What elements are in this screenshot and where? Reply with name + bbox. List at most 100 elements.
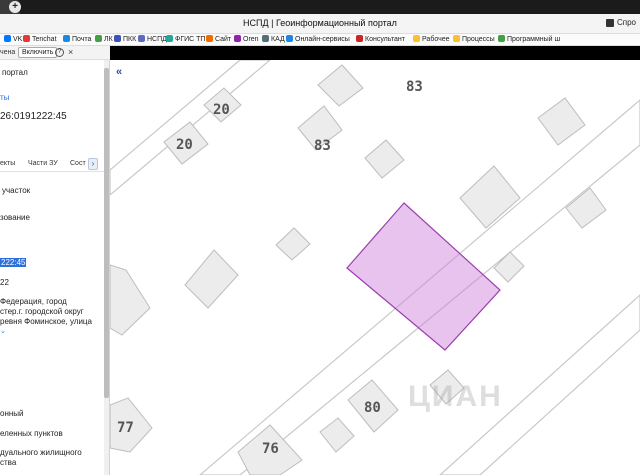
enable-button[interactable]: Включить (18, 47, 58, 58)
house-number-label: 20 (176, 137, 193, 153)
window-title: НСПД | Геоинформационный портал (243, 18, 397, 28)
new-tab-icon[interactable]: + (9, 1, 21, 13)
map-svg: 20 20 83 83 80 77 76 (110, 60, 640, 475)
bookmark-label: Онлайн-сервисы (295, 36, 350, 43)
bookmark-icon (114, 35, 121, 42)
bookmark-item[interactable]: Tenchat (23, 35, 57, 45)
title-bar: НСПД | Геоинформационный портал Спро (0, 14, 640, 34)
tab-objects[interactable]: екты (0, 160, 15, 167)
building (364, 139, 405, 179)
bookmark-icon (413, 35, 420, 42)
building (317, 64, 364, 107)
permitted-use: зование (0, 213, 30, 222)
expand-chevron-icon[interactable]: ⌄ (0, 327, 6, 335)
bookmark-icon (206, 35, 213, 42)
category-line-2: еленных пунктов (0, 429, 63, 438)
bookmark-item[interactable]: ПКК (114, 35, 136, 45)
bookmark-icon (234, 35, 241, 42)
category-line-4: ства (0, 458, 17, 467)
bookmark-item[interactable]: Процессы (453, 35, 495, 45)
object-type: участок (2, 186, 31, 195)
bookmark-icon (4, 35, 11, 42)
bookmark-label: ПКК (123, 36, 137, 43)
address-line-2: стер.г. городской округ (0, 307, 84, 316)
bookmark-icon (138, 35, 145, 42)
info-tabs: екты Части ЗУ Сост › (0, 156, 105, 172)
help-icon[interactable]: ? (55, 48, 64, 57)
scrollbar-thumb[interactable] (104, 68, 109, 398)
bookmark-label: НСПД (147, 36, 167, 43)
house-number-label: 80 (364, 400, 381, 416)
extension-label: чена (0, 49, 16, 56)
bookmark-label: Почта (72, 36, 92, 43)
selected-number[interactable]: 222:45 (0, 258, 27, 267)
house-number-label: 83 (314, 138, 331, 154)
ask-button[interactable]: Спро (605, 18, 636, 27)
bookmark-label: Сайт (215, 36, 232, 43)
selected-number-text: 222:45 (0, 258, 27, 267)
bookmark-label: Oren (243, 36, 259, 43)
bookmark-icon (453, 35, 460, 42)
map-canvas[interactable]: 20 20 83 83 80 77 76 « ЦИАН (110, 60, 640, 475)
building (537, 97, 586, 146)
address-line-3: ревня Фоминское, улица (0, 317, 92, 326)
bookmark-item[interactable]: Программный ш (498, 35, 560, 45)
watermark: ЦИАН (408, 380, 503, 413)
bookmark-label: Программный ш (507, 36, 561, 43)
value-22: 22 (0, 278, 9, 287)
bookmark-item[interactable]: VK (4, 35, 22, 45)
bookmark-label: Рабочее (422, 36, 450, 43)
building (184, 249, 239, 309)
house-number-label: 77 (117, 420, 134, 436)
collapse-panel-icon[interactable]: « (116, 66, 122, 78)
bookmark-item[interactable]: Рабочее (413, 35, 450, 45)
house-number-label: 20 (213, 102, 230, 118)
extension-bar: чена Включить ? × (0, 46, 110, 60)
bookmark-item[interactable]: НСПД (138, 35, 167, 45)
bookmark-label: ЛК (104, 36, 113, 43)
bookmark-label: ФГИС ТП (175, 36, 206, 43)
bookmark-icon (286, 35, 293, 42)
building (319, 417, 355, 453)
bookmark-icon (498, 35, 505, 42)
house-number-label: 83 (406, 79, 423, 95)
bookmark-label: VK (13, 36, 23, 43)
house-number-label: 76 (262, 441, 279, 457)
bookmark-icon (262, 35, 269, 42)
tab-strip: + (0, 0, 640, 14)
tab-composition[interactable]: Сост (70, 160, 86, 167)
ask-label: Спро (616, 18, 636, 27)
selected-parcel (346, 202, 501, 351)
building (275, 227, 311, 261)
bookmark-label: КАД (271, 36, 285, 43)
bookmark-item[interactable]: КАД (262, 35, 285, 45)
bookmark-icon (356, 35, 363, 42)
bookmarks-bar: VK Tenchat Почта ЛК ПКК НСПД ФГИС ТП Сайт Oren КА… (0, 34, 640, 46)
bookmark-item[interactable]: Oren (234, 35, 259, 45)
breadcrumb-link[interactable]: ты (0, 93, 9, 102)
cadastral-number: 26:0191222:45 (0, 111, 67, 122)
tab-parts[interactable]: Части ЗУ (28, 160, 58, 167)
bookmark-item[interactable]: Почта (63, 35, 91, 45)
tabs-next-button[interactable]: › (88, 158, 98, 170)
object-info-panel: портал ты 26:0191222:45 екты Части ЗУ Со… (0, 60, 110, 475)
bookmark-item[interactable]: Сайт (206, 35, 231, 45)
bookmark-icon (63, 35, 70, 42)
bookmark-icon (166, 35, 173, 42)
bookmark-icon (23, 35, 30, 42)
bookmark-item[interactable]: Онлайн-сервисы (286, 35, 350, 45)
portal-label: портал (2, 68, 28, 77)
bookmark-icon (95, 35, 102, 42)
bookmark-item[interactable]: Консультант (356, 35, 405, 45)
side-scrollbar[interactable] (104, 60, 109, 475)
bookmark-label: Процессы (462, 36, 495, 43)
category-line-1: онный (0, 409, 24, 418)
bookmark-label: Tenchat (32, 36, 57, 43)
bookmark-item[interactable]: ЛК (95, 35, 113, 45)
bookmark-item[interactable]: ФГИС ТП (166, 35, 205, 45)
close-icon[interactable]: × (68, 47, 73, 57)
category-line-3: дуального жилищного (0, 448, 82, 457)
building (110, 264, 151, 336)
address-line-1: Федерация, город (0, 297, 67, 306)
bookmark-label: Консультант (365, 36, 405, 43)
